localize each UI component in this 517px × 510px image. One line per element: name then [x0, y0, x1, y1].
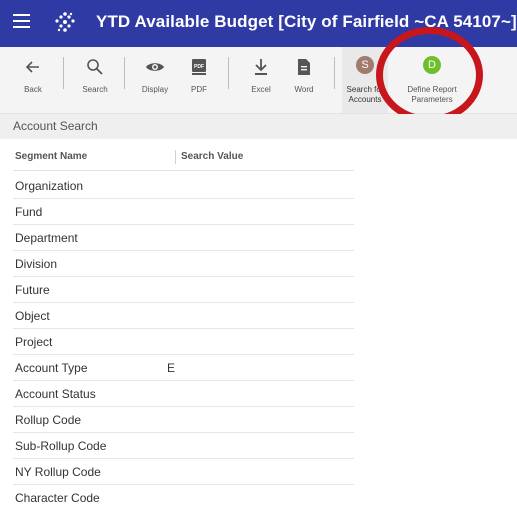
toolbar: Back Search Display PDF PDF Excel Word S… — [0, 47, 517, 114]
segment-name: Object — [15, 309, 50, 323]
table-row[interactable]: Sub-Rollup Code — [13, 432, 354, 459]
search-value[interactable]: E — [167, 361, 175, 375]
download-icon — [255, 59, 267, 75]
search-icon — [87, 59, 103, 75]
excel-label: Excel — [251, 85, 271, 94]
document-icon — [298, 59, 310, 75]
svg-text:PDF: PDF — [194, 64, 204, 70]
toolbar-divider — [334, 57, 335, 89]
table-row[interactable]: Department — [13, 224, 354, 251]
back-label: Back — [24, 85, 42, 94]
table-row[interactable]: Account Status — [13, 380, 354, 407]
search-accounts-button[interactable]: S Search for Accounts — [342, 47, 388, 113]
define-parameters-badge: D — [423, 56, 441, 74]
search-button[interactable]: Search — [75, 47, 115, 113]
segment-name: Rollup Code — [15, 413, 82, 427]
column-header-value: Search Value — [181, 151, 244, 162]
toolbar-divider — [124, 57, 125, 89]
pdf-icon: PDF — [192, 59, 206, 75]
eye-icon — [146, 63, 164, 71]
app-header: YTD Available Budget [City of Fairfield … — [0, 0, 517, 47]
table-row[interactable]: Project — [13, 328, 354, 355]
segment-name: Fund — [15, 205, 43, 219]
segment-name: Account Status — [15, 387, 96, 401]
word-button[interactable]: Word — [284, 47, 324, 113]
toolbar-divider — [63, 57, 64, 89]
segment-name: Character Code — [15, 491, 100, 505]
column-header-segment: Segment Name — [15, 151, 88, 162]
page-title: YTD Available Budget [City of Fairfield … — [96, 12, 517, 31]
define-parameters-label: Define Report Parameters — [407, 85, 457, 104]
table-row[interactable]: Account Type E — [13, 354, 354, 381]
table-row[interactable]: Rollup Code — [13, 406, 354, 433]
table-row[interactable]: Character Code — [13, 484, 354, 510]
back-arrow-icon — [25, 61, 39, 73]
segment-name: Future — [15, 283, 50, 297]
define-report-parameters-button[interactable]: D Define Report Parameters — [393, 47, 471, 113]
segment-name: Organization — [15, 179, 84, 193]
segment-name: Department — [15, 231, 78, 245]
search-accounts-label: Search for Accounts — [346, 85, 384, 104]
pdf-button[interactable]: PDF PDF — [180, 47, 218, 113]
toolbar-divider — [228, 57, 229, 89]
segment-name: NY Rollup Code — [15, 465, 101, 479]
excel-button[interactable]: Excel — [242, 47, 280, 113]
table-row[interactable]: NY Rollup Code — [13, 458, 354, 485]
table-row[interactable]: Organization — [13, 172, 354, 199]
app-logo-icon — [55, 12, 75, 32]
display-button[interactable]: Display — [135, 47, 175, 113]
display-label: Display — [141, 85, 169, 94]
search-label: Search — [82, 85, 108, 94]
section-title: Account Search — [0, 114, 517, 139]
back-button[interactable]: Back — [14, 47, 52, 113]
table-row[interactable]: Future — [13, 276, 354, 303]
word-label: Word — [294, 85, 314, 94]
search-accounts-badge: S — [356, 56, 374, 74]
table-row[interactable]: Fund — [13, 198, 354, 225]
segment-name: Project — [15, 335, 53, 349]
column-divider — [175, 150, 176, 164]
segment-name: Sub-Rollup Code — [15, 439, 107, 453]
pdf-label: PDF — [191, 85, 207, 94]
table-header: Segment Name Search Value — [13, 148, 354, 171]
menu-icon[interactable] — [13, 14, 30, 28]
segment-name: Division — [15, 257, 58, 271]
table-row[interactable]: Division — [13, 250, 354, 277]
segment-name: Account Type — [15, 361, 88, 375]
table-row[interactable]: Object — [13, 302, 354, 329]
